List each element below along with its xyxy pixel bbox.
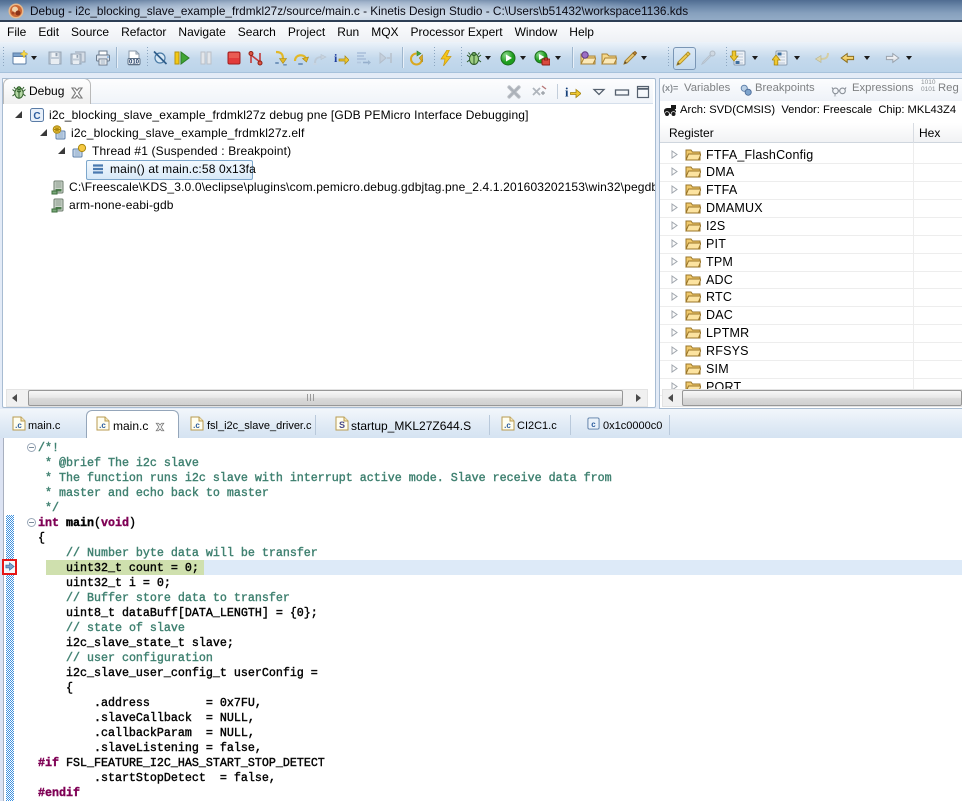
svg-text:.c: .c: [193, 421, 200, 430]
svg-text:.c: .c: [15, 421, 22, 430]
svg-text:.c: .c: [99, 421, 106, 430]
svg-text:S: S: [339, 420, 345, 430]
svg-text:c: c: [591, 420, 596, 429]
svg-text:.c: .c: [504, 421, 511, 430]
svg-text:i: i: [334, 51, 338, 65]
svg-text:C: C: [33, 111, 40, 122]
svg-text:x: x: [834, 93, 837, 97]
svg-text:010: 010: [129, 60, 140, 66]
svg-text:i: i: [565, 86, 569, 100]
